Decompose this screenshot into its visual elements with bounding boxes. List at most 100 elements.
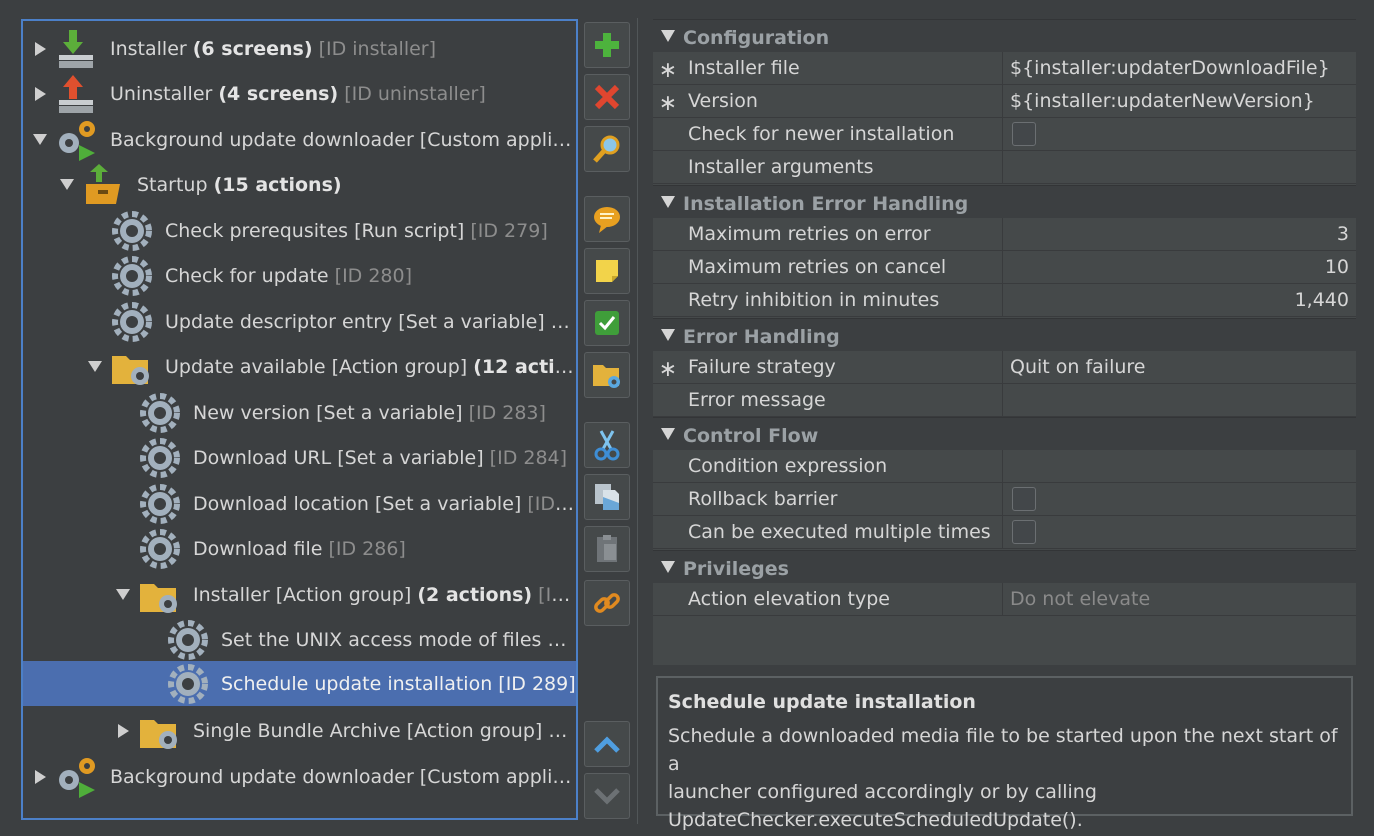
prop-value[interactable]: Do not elevate — [1003, 583, 1356, 615]
tree-node-label: Update available [Action group] (12 acti… — [165, 355, 576, 378]
custom-application-icon — [59, 120, 95, 161]
prop-value[interactable] — [1003, 384, 1356, 416]
tree-node-set-unix-access-mode[interactable]: Set the UNIX access mode of files an... — [23, 617, 576, 662]
gear-icon — [168, 619, 208, 660]
tree-node-download-url[interactable]: Download URL [Set a variable] [ID 284] — [23, 435, 576, 480]
tree-node-background-update-downloader-2[interactable]: Background update downloader [Custom app… — [23, 754, 576, 799]
tree-node-schedule-update-installation[interactable]: Schedule update installation [ID 289] — [23, 661, 576, 706]
expand-arrow-icon[interactable] — [31, 40, 49, 58]
copy-button[interactable] — [584, 474, 630, 520]
section-installation-error-handling[interactable]: Installation Error Handling — [653, 185, 1356, 218]
action-tree[interactable]: Installer (6 screens) [ID installer] Uni… — [21, 19, 578, 820]
tree-node-label: Set the UNIX access mode of files an... — [221, 628, 576, 651]
tree-node-label: Download file [ID 286] — [193, 537, 406, 560]
prop-value[interactable]: Quit on failure — [1003, 351, 1356, 383]
section-privileges[interactable]: Privileges — [653, 550, 1356, 583]
prop-value[interactable]: ${installer:updaterNewVersion} — [1003, 85, 1356, 117]
enable-button[interactable] — [584, 300, 630, 346]
gear-icon — [140, 528, 180, 569]
note-button[interactable] — [584, 248, 630, 294]
prop-max-retries-error[interactable]: Maximum retries on error 3 — [653, 218, 1356, 251]
collapse-arrow-icon[interactable] — [653, 319, 683, 351]
uninstaller-icon — [59, 74, 93, 113]
prop-failure-strategy[interactable]: ∗ Failure strategy Quit on failure — [653, 351, 1356, 384]
section-configuration[interactable]: Configuration — [653, 19, 1356, 52]
prop-condition-expression[interactable]: Condition expression — [653, 450, 1356, 483]
collapse-arrow-icon[interactable] — [653, 551, 683, 583]
comment-button[interactable] — [584, 196, 630, 242]
prop-retry-inhibition[interactable]: Retry inhibition in minutes 1,440 — [653, 284, 1356, 317]
collapse-arrow-icon[interactable] — [58, 176, 76, 194]
collapse-arrow-icon[interactable] — [653, 186, 683, 218]
prop-executed-multiple-times[interactable]: Can be executed multiple times — [653, 516, 1356, 549]
prop-action-elevation-type[interactable]: Action elevation type Do not elevate — [653, 583, 1356, 616]
tree-node-background-update-downloader[interactable]: Background update downloader [Custom app… — [23, 117, 576, 162]
gear-icon — [140, 483, 180, 524]
check-icon — [595, 311, 619, 335]
tree-node-check-for-update[interactable]: Check for update [ID 280] — [23, 253, 576, 298]
expand-arrow-icon[interactable] — [31, 85, 49, 103]
prop-value[interactable] — [1003, 151, 1356, 183]
delete-icon — [594, 84, 620, 110]
prop-version[interactable]: ∗ Version ${installer:updaterNewVersion} — [653, 85, 1356, 118]
link-button[interactable] — [584, 580, 630, 626]
required-asterisk: ∗ — [658, 57, 678, 83]
collapse-arrow-icon[interactable] — [86, 358, 104, 376]
tree-node-label: Installer (6 screens) [ID installer] — [110, 37, 437, 60]
tree-node-startup[interactable]: Startup (15 actions) — [23, 162, 576, 207]
delete-button[interactable] — [584, 74, 630, 120]
prop-value[interactable]: 10 — [1003, 251, 1356, 283]
gear-icon — [112, 255, 152, 296]
move-up-button[interactable] — [584, 721, 630, 767]
tree-node-label: Check for update [ID 280] — [165, 264, 413, 287]
folder-gear-icon — [593, 365, 620, 388]
prop-check-for-newer-installation[interactable]: Check for newer installation — [653, 118, 1356, 151]
prop-value[interactable]: 1,440 — [1003, 284, 1356, 316]
panel-divider[interactable] — [637, 18, 638, 824]
move-down-button[interactable] — [584, 773, 630, 819]
tree-node-label: Startup (15 actions) — [137, 173, 342, 196]
custom-application-icon — [59, 757, 95, 798]
move-down-icon — [594, 788, 620, 805]
collapse-arrow-icon[interactable] — [31, 131, 49, 149]
prop-value[interactable] — [1003, 450, 1356, 482]
section-control-flow[interactable]: Control Flow — [653, 417, 1356, 450]
tree-node-download-file[interactable]: Download file [ID 286] — [23, 526, 576, 571]
prop-installer-file[interactable]: ∗ Installer file ${installer:updaterDown… — [653, 52, 1356, 85]
tree-node-update-available[interactable]: Update available [Action group] (12 acti… — [23, 344, 576, 389]
prop-error-message[interactable]: Error message — [653, 384, 1356, 417]
checkbox[interactable] — [1012, 520, 1036, 544]
expand-arrow-icon[interactable] — [114, 722, 132, 740]
gear-icon — [140, 392, 180, 433]
checkbox[interactable] — [1012, 487, 1036, 511]
tree-node-installer-action-group[interactable]: Installer [Action group] (2 actions) [ID… — [23, 572, 576, 617]
gear-icon — [112, 301, 152, 342]
tree-node-download-location[interactable]: Download location [Set a variable] [ID .… — [23, 481, 576, 526]
add-group-button[interactable] — [584, 352, 630, 398]
tree-node-label: Background update downloader [Custom app… — [110, 765, 576, 788]
checkbox[interactable] — [1012, 122, 1036, 146]
paste-button[interactable] — [584, 526, 630, 572]
add-button[interactable] — [584, 22, 630, 68]
prop-installer-arguments[interactable]: Installer arguments — [653, 151, 1356, 184]
prop-value[interactable]: ${installer:updaterDownloadFile} — [1003, 52, 1356, 84]
tree-node-new-version[interactable]: New version [Set a variable] [ID 283] — [23, 390, 576, 435]
tree-node-label: Background update downloader [Custom app… — [110, 128, 576, 151]
search-button[interactable] — [584, 126, 630, 172]
section-error-handling[interactable]: Error Handling — [653, 318, 1356, 351]
tree-node-update-descriptor-entry[interactable]: Update descriptor entry [Set a variable]… — [23, 299, 576, 344]
add-icon — [595, 33, 619, 57]
expand-arrow-icon[interactable] — [31, 768, 49, 786]
prop-value[interactable]: 3 — [1003, 218, 1356, 250]
cut-button[interactable] — [584, 422, 630, 468]
prop-max-retries-cancel[interactable]: Maximum retries on cancel 10 — [653, 251, 1356, 284]
tree-node-installer[interactable]: Installer (6 screens) [ID installer] — [23, 26, 576, 71]
tree-node-uninstaller[interactable]: Uninstaller (4 screens) [ID uninstaller] — [23, 71, 576, 116]
tree-node-check-prerequisites[interactable]: Check prerequsites [Run script] [ID 279] — [23, 208, 576, 253]
prop-rollback-barrier[interactable]: Rollback barrier — [653, 483, 1356, 516]
move-up-icon — [594, 736, 620, 753]
tree-node-single-bundle-archive[interactable]: Single Bundle Archive [Action group] (..… — [23, 708, 576, 753]
collapse-arrow-icon[interactable] — [114, 586, 132, 604]
collapse-arrow-icon[interactable] — [653, 20, 683, 52]
collapse-arrow-icon[interactable] — [653, 418, 683, 450]
